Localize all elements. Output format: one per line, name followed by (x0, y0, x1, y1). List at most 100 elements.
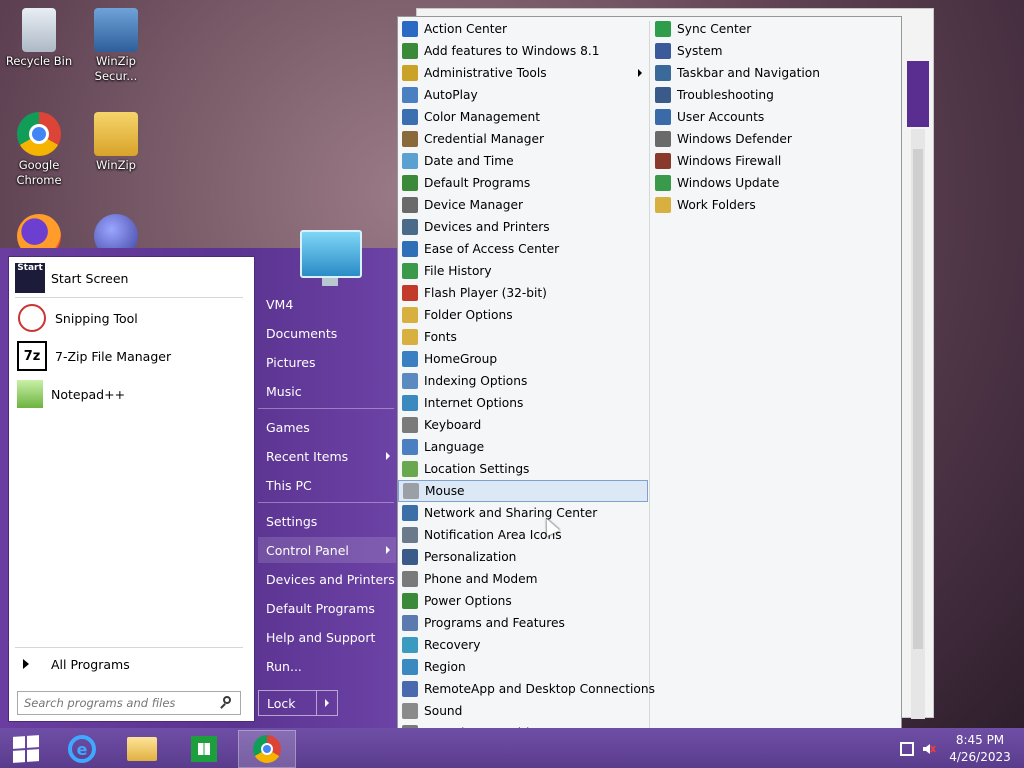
cp-item-mouse[interactable]: Mouse (398, 480, 648, 502)
start-link-control-panel[interactable]: Control Panel (258, 537, 396, 563)
cp-item-color-management[interactable]: Color Management (398, 106, 648, 128)
desktop-icon-label: WinZip (96, 158, 136, 172)
search-icon[interactable] (220, 696, 234, 710)
cp-item-label: Programs and Features (424, 616, 565, 630)
cp-item-location-settings[interactable]: Location Settings (398, 458, 648, 480)
cp-item-label: Windows Defender (677, 132, 792, 146)
cp-item-file-history[interactable]: File History (398, 260, 648, 282)
cp-item-homegroup[interactable]: HomeGroup (398, 348, 648, 370)
taskbar-google-chrome[interactable] (238, 730, 296, 768)
cp-item-language[interactable]: Language (398, 436, 648, 458)
start-link-pictures[interactable]: Pictures (258, 349, 396, 375)
desktop-icon-winzip[interactable]: WinZip (81, 112, 151, 173)
taskbar-internet-explorer[interactable]: e (56, 730, 108, 768)
scrollbar-thumb[interactable] (913, 149, 923, 649)
cp-item-devices-and-printers[interactable]: Devices and Printers (398, 216, 648, 238)
start-link-default-programs[interactable]: Default Programs (258, 595, 396, 621)
internet-options-icon (402, 395, 418, 411)
cp-item-autoplay[interactable]: AutoPlay (398, 84, 648, 106)
cp-item-notification-area-icons[interactable]: Notification Area Icons (398, 524, 648, 546)
winzip-secure-icon (94, 8, 138, 52)
cp-item-troubleshooting[interactable]: Troubleshooting (651, 84, 899, 106)
program-notepadpp[interactable]: Notepad++ (15, 377, 247, 411)
cp-item-flash-player-32-bit[interactable]: Flash Player (32-bit) (398, 282, 648, 304)
start-link-documents[interactable]: Documents (258, 320, 396, 346)
window-accent-bar (907, 61, 929, 127)
cp-item-work-folders[interactable]: Work Folders (651, 194, 899, 216)
search-input[interactable] (18, 696, 220, 710)
cp-item-internet-options[interactable]: Internet Options (398, 392, 648, 414)
cp-item-remoteapp-and-desktop-connections[interactable]: RemoteApp and Desktop Connections (398, 678, 655, 700)
cp-item-ease-of-access-center[interactable]: Ease of Access Center (398, 238, 648, 260)
program-snipping-tool[interactable]: Snipping Tool (15, 301, 247, 335)
recovery-icon (402, 637, 418, 653)
cp-item-phone-and-modem[interactable]: Phone and Modem (398, 568, 648, 590)
start-link-games[interactable]: Games (258, 414, 396, 440)
cp-item-date-and-time[interactable]: Date and Time (398, 150, 648, 172)
program-start-screen[interactable]: Start Start Screen (15, 261, 247, 295)
desktop-icon-recycle-bin[interactable]: Recycle Bin (4, 8, 74, 69)
cp-item-network-and-sharing-center[interactable]: Network and Sharing Center (398, 502, 648, 524)
cp-item-user-accounts[interactable]: User Accounts (651, 106, 899, 128)
network-icon[interactable] (900, 742, 914, 756)
cp-item-fonts[interactable]: Fonts (398, 326, 648, 348)
cp-item-keyboard[interactable]: Keyboard (398, 414, 648, 436)
cp-item-personalization[interactable]: Personalization (398, 546, 648, 568)
mouse-icon (403, 483, 419, 499)
cp-item-default-programs[interactable]: Default Programs (398, 172, 648, 194)
cp-item-power-options[interactable]: Power Options (398, 590, 648, 612)
cp-item-windows-update[interactable]: Windows Update (651, 172, 899, 194)
start-link-help-support[interactable]: Help and Support (258, 624, 396, 650)
taskbar-windows-store[interactable] (178, 730, 230, 768)
cp-item-administrative-tools[interactable]: Administrative Tools (398, 62, 648, 84)
cp-item-programs-and-features[interactable]: Programs and Features (398, 612, 648, 634)
cp-item-folder-options[interactable]: Folder Options (398, 304, 648, 326)
cp-item-label: Color Management (424, 110, 540, 124)
lock-button[interactable]: Lock (258, 690, 338, 716)
power-options-arrow[interactable] (316, 691, 337, 715)
cp-item-label: Mouse (425, 484, 465, 498)
start-button[interactable] (0, 730, 52, 768)
cp-item-recovery[interactable]: Recovery (398, 634, 648, 656)
windows-firewall-icon (655, 153, 671, 169)
program-7zip[interactable]: 7z 7-Zip File Manager (15, 339, 247, 373)
start-link-music[interactable]: Music (258, 378, 396, 404)
taskbar-file-explorer[interactable] (116, 730, 168, 768)
cp-item-windows-defender[interactable]: Windows Defender (651, 128, 899, 150)
cp-item-add-features-to-windows-8-1[interactable]: Add features to Windows 8.1 (398, 40, 648, 62)
cp-item-label: Folder Options (424, 308, 513, 322)
cp-item-credential-manager[interactable]: Credential Manager (398, 128, 648, 150)
start-link-this-pc[interactable]: This PC (258, 472, 396, 498)
cp-item-indexing-options[interactable]: Indexing Options (398, 370, 648, 392)
cp-item-sync-center[interactable]: Sync Center (651, 18, 899, 40)
start-link-vm4[interactable]: VM4 (258, 291, 396, 317)
user-picture[interactable] (300, 230, 362, 286)
start-link-devices-printers[interactable]: Devices and Printers (258, 566, 396, 592)
cp-item-label: Recovery (424, 638, 481, 652)
cp-item-region[interactable]: Region (398, 656, 648, 678)
all-programs-button[interactable]: All Programs (15, 653, 245, 675)
desktop-icon-chrome[interactable]: Google Chrome (4, 112, 74, 188)
cp-item-label: Taskbar and Navigation (677, 66, 820, 80)
volume-muted-icon[interactable] (922, 742, 936, 756)
search-box[interactable] (17, 691, 241, 715)
troubleshooting-icon (655, 87, 671, 103)
windows-logo-icon (13, 735, 39, 763)
start-link-run[interactable]: Run... (258, 653, 396, 679)
cp-item-windows-firewall[interactable]: Windows Firewall (651, 150, 899, 172)
cp-item-system[interactable]: System (651, 40, 899, 62)
location-settings-icon (402, 461, 418, 477)
cp-item-action-center[interactable]: Action Center (398, 18, 648, 40)
indexing-options-icon (402, 373, 418, 389)
control-panel-menu: Action Center Add features to Windows 8.1… (397, 16, 902, 768)
start-link-recent-items[interactable]: Recent Items (258, 443, 396, 469)
cp-item-device-manager[interactable]: Device Manager (398, 194, 648, 216)
cp-item-label: Work Folders (677, 198, 756, 212)
start-link-settings[interactable]: Settings (258, 508, 396, 534)
ease-of-access-center-icon (402, 241, 418, 257)
desktop-icon-winzip-secure[interactable]: WinZip Secur... (81, 8, 151, 84)
lock-label: Lock (267, 695, 296, 711)
cp-item-sound[interactable]: Sound (398, 700, 648, 722)
cp-item-taskbar-and-navigation[interactable]: Taskbar and Navigation (651, 62, 899, 84)
system-clock[interactable]: 8:45 PM 4/26/2023 (940, 732, 1020, 766)
